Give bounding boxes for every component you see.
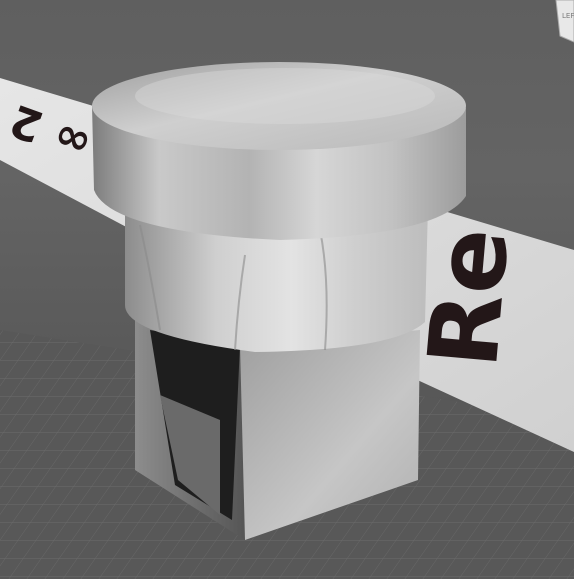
viewcube-face-label: LEF xyxy=(562,12,574,20)
viewport-canvas[interactable]: ∞ 2 Re LEF xyxy=(0,0,574,579)
viewcube[interactable]: LEF xyxy=(555,0,574,43)
3d-viewport[interactable]: ∞ 2 Re LEF xyxy=(0,0,574,579)
model-cylinder-cap-on-box[interactable] xyxy=(92,62,466,540)
cap-top-highlight xyxy=(135,68,435,124)
